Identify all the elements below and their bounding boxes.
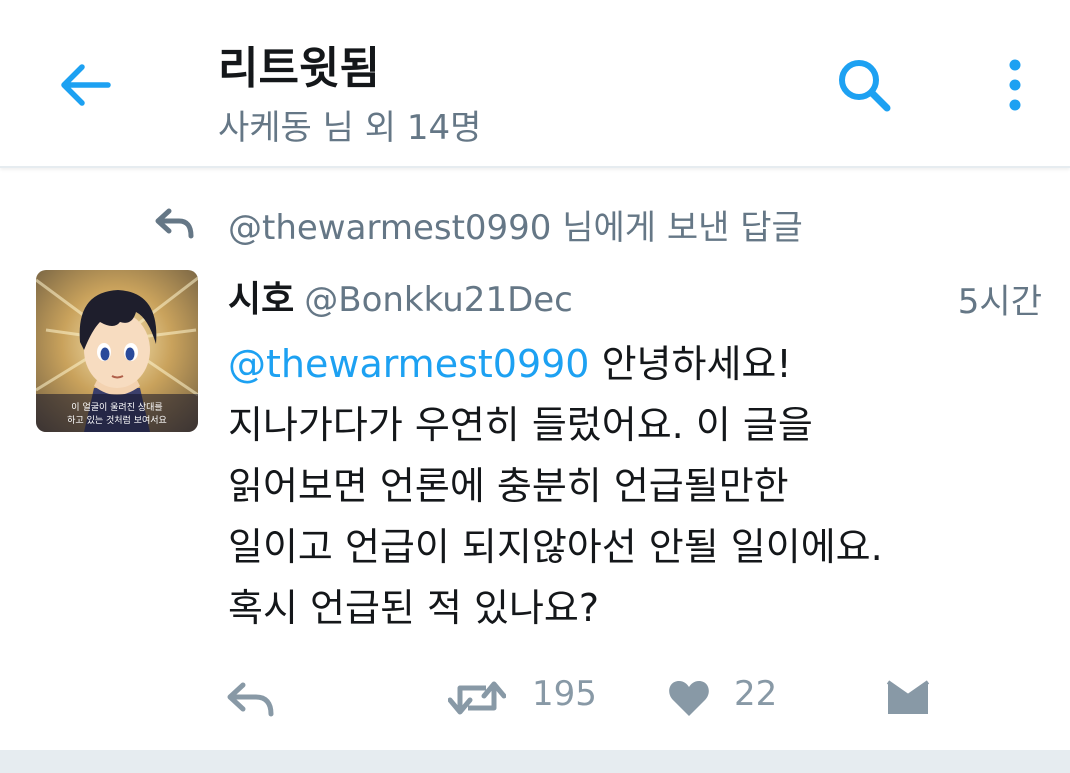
more-vertical-icon [1009,59,1021,111]
like-count: 22 [734,674,778,714]
retweet-count: 195 [532,674,597,714]
tweet-text-line: 일이고 언급이 되지않아선 안될 일이에요. [228,525,883,569]
tweet-author: 시호 @Bonkku21Dec [228,270,573,320]
display-name[interactable]: 시호 [228,279,294,320]
reply-context-text: @thewarmest0990 님에게 보낸 답글 [228,208,803,248]
tweet-text-line-rest: 안녕하세요! [589,342,792,386]
reply-button[interactable] [226,660,286,734]
page-title: 리트윗됨 [218,43,380,94]
like-button[interactable]: 22 [668,660,788,734]
retweet-icon [448,681,506,715]
tweet-text-line: 혹시 언급된 적 있나요? [228,586,600,630]
tweet-text-line: 읽어보면 언론에 충분히 언급될만한 [228,464,789,508]
direct-message-button[interactable] [886,660,936,734]
svg-text:이 얼굴이 울려진 상대를: 이 얼굴이 울려진 상대를 [71,402,162,413]
back-button[interactable] [52,52,118,118]
mention-link[interactable]: @thewarmest0990 [228,342,589,386]
avatar-image: 이 얼굴이 울려진 상대를 하고 있는 것처럼 보여서요 [36,270,198,432]
tweet-separator [0,750,1070,773]
retweet-button[interactable]: 195 [448,660,608,734]
app-header: 리트윗됨 사케동 님 외 14명 [0,0,1070,168]
reply-context-icon [155,208,194,239]
svg-text:하고 있는 것처럼 보여서요: 하고 있는 것처럼 보여서요 [67,414,167,426]
tweet-timestamp[interactable]: 5시간 [958,274,1042,323]
envelope-icon [886,680,930,714]
heart-icon [669,681,709,716]
tweet-text-line: @thewarmest0990 안녕하세요! [228,334,1048,395]
tweet-text: @thewarmest0990 안녕하세요! 지나가다가 우연히 들렀어요. 이… [228,334,1048,639]
tweet-actions: 195 22 [0,660,1070,734]
search-icon [839,60,891,112]
more-options-button[interactable] [990,55,1040,115]
reply-icon [227,682,274,717]
avatar[interactable]: 이 얼굴이 울려진 상대를 하고 있는 것처럼 보여서요 [36,270,198,432]
search-button[interactable] [834,55,894,115]
page-subtitle: 사케동 님 외 14명 [218,108,482,148]
tweet-text-line: 지나가다가 우연히 들렀어요. 이 글을 [228,403,813,447]
back-arrow-icon [61,64,111,106]
user-handle[interactable]: @Bonkku21Dec [304,280,573,320]
